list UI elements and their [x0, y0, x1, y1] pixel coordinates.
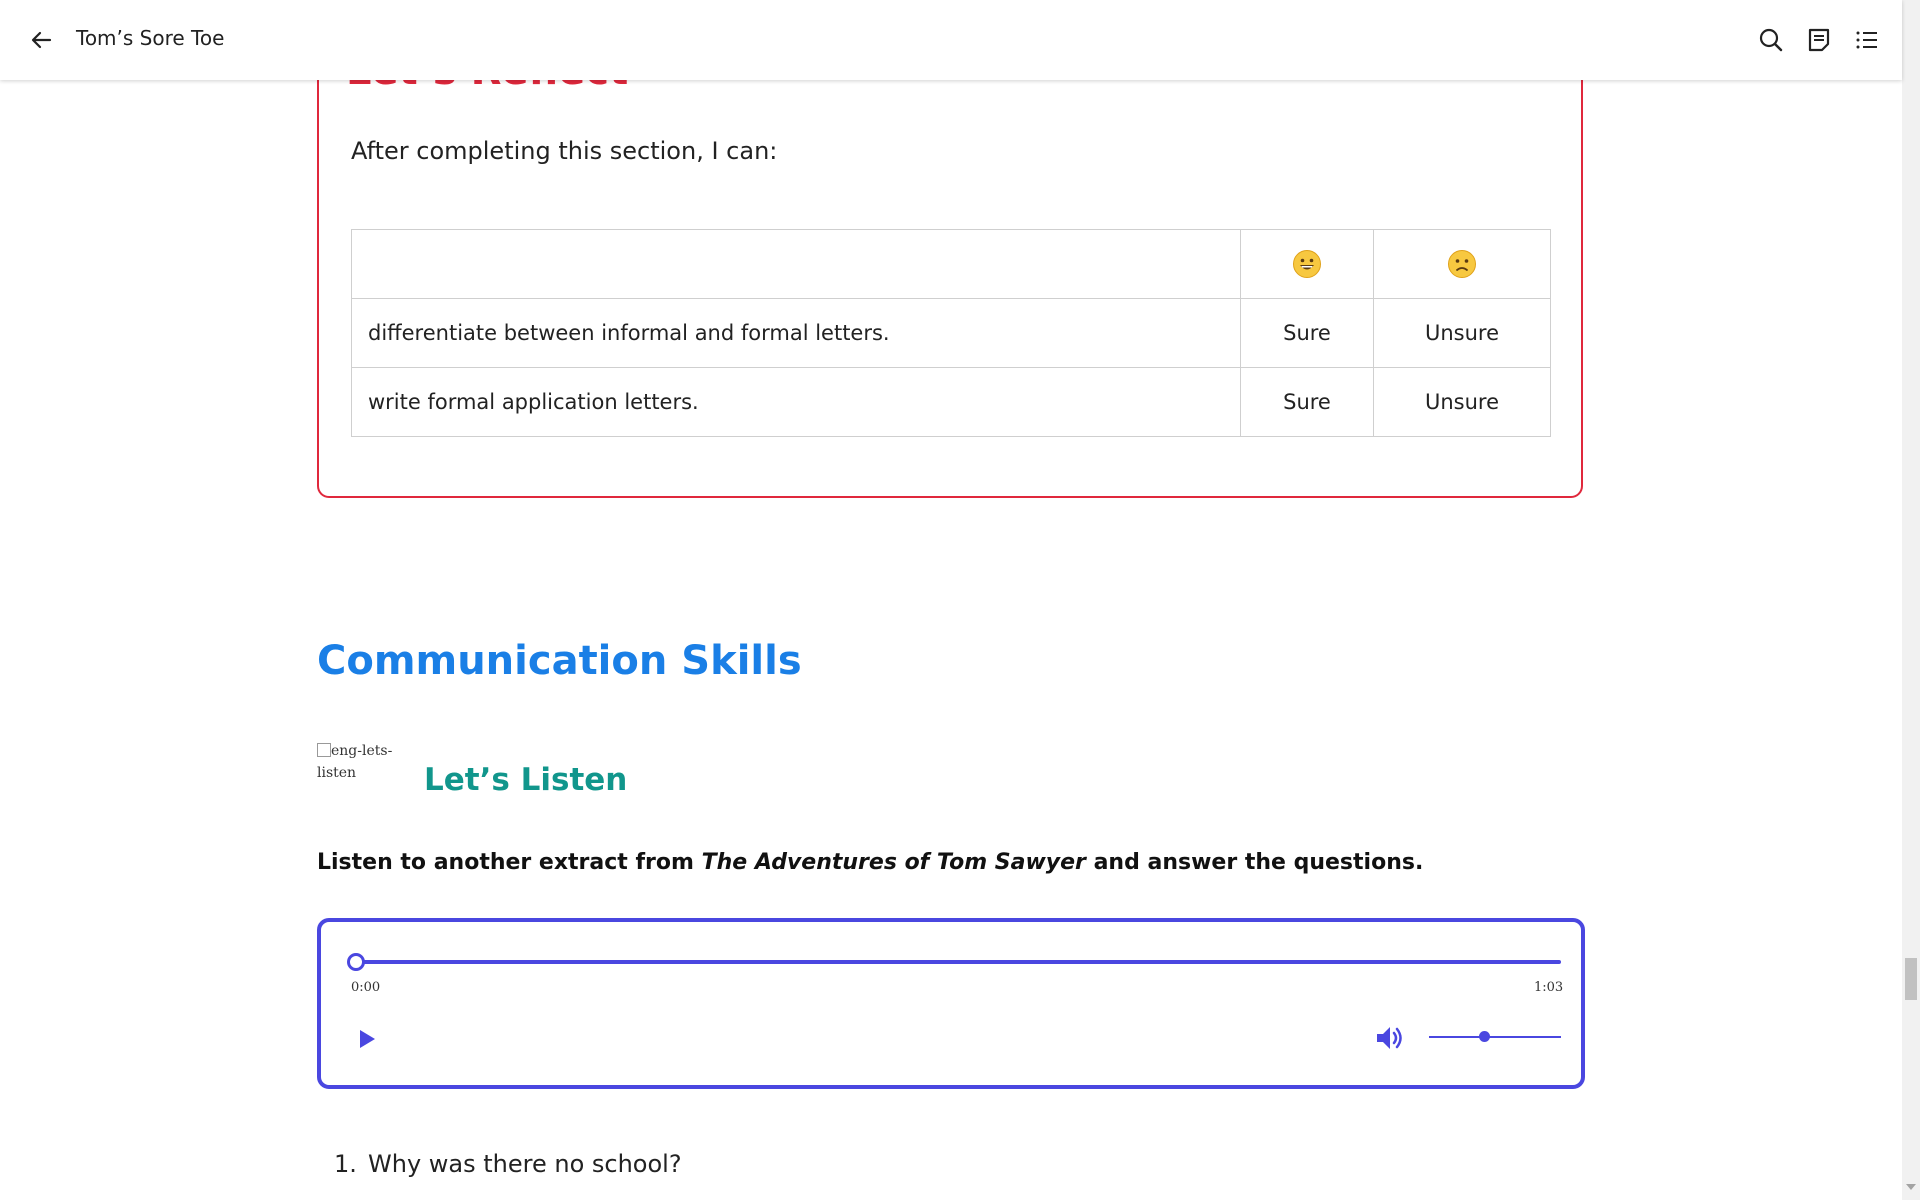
happy-face-icon — [1240, 229, 1374, 299]
current-time: 0:00 — [351, 980, 381, 995]
broken-image-icon — [317, 743, 331, 757]
listen-instruction: Listen to another extract from The Adven… — [317, 850, 1424, 875]
question-item: 1. Why was there no school? — [334, 1150, 682, 1178]
volume-slider[interactable] — [1429, 1036, 1561, 1038]
scrollbar-track[interactable] — [1902, 0, 1920, 1200]
sure-option[interactable]: Sure — [1240, 367, 1374, 437]
lets-listen-title: Let’s Listen — [424, 762, 628, 798]
table-row: differentiate between informal and forma… — [351, 298, 1551, 368]
table-of-contents-icon[interactable] — [1853, 26, 1881, 54]
audio-player: 0:00 1:03 — [317, 918, 1585, 1089]
question-number: 1. — [334, 1150, 357, 1178]
book-title: The Adventures of Tom Sawyer — [701, 850, 1086, 875]
unsure-option[interactable]: Unsure — [1373, 298, 1551, 368]
self-check-table: differentiate between informal and forma… — [351, 229, 1551, 437]
skill-text: write formal application letters. — [351, 367, 1241, 437]
broken-image: eng-lets-listen — [317, 740, 397, 784]
scroll-down-arrow[interactable] — [1906, 1184, 1916, 1190]
notes-icon[interactable] — [1805, 26, 1833, 54]
unsure-option[interactable]: Unsure — [1373, 367, 1551, 437]
volume-icon[interactable] — [1373, 1022, 1405, 1054]
volume-handle[interactable] — [1479, 1031, 1490, 1042]
document-title: Tom’s Sore Toe — [76, 26, 225, 50]
confused-face-icon — [1373, 229, 1551, 299]
table-row: write formal application letters. Sure U… — [351, 367, 1551, 437]
duration: 1:03 — [1534, 980, 1564, 995]
table-header-row — [351, 229, 1551, 299]
scrollbar-thumb[interactable] — [1905, 958, 1917, 1000]
search-icon[interactable] — [1757, 26, 1785, 54]
skill-text: differentiate between informal and forma… — [351, 298, 1241, 368]
play-icon[interactable] — [353, 1026, 379, 1052]
audio-progress-bar[interactable] — [355, 960, 1561, 964]
section-title: Communication Skills — [317, 638, 802, 684]
reflect-intro: After completing this section, I can: — [351, 137, 778, 165]
back-arrow-icon[interactable] — [28, 26, 56, 54]
question-text: Why was there no school? — [368, 1150, 682, 1178]
top-bar: Tom’s Sore Toe — [0, 0, 1902, 80]
sure-option[interactable]: Sure — [1240, 298, 1374, 368]
audio-progress-handle[interactable] — [347, 953, 365, 971]
